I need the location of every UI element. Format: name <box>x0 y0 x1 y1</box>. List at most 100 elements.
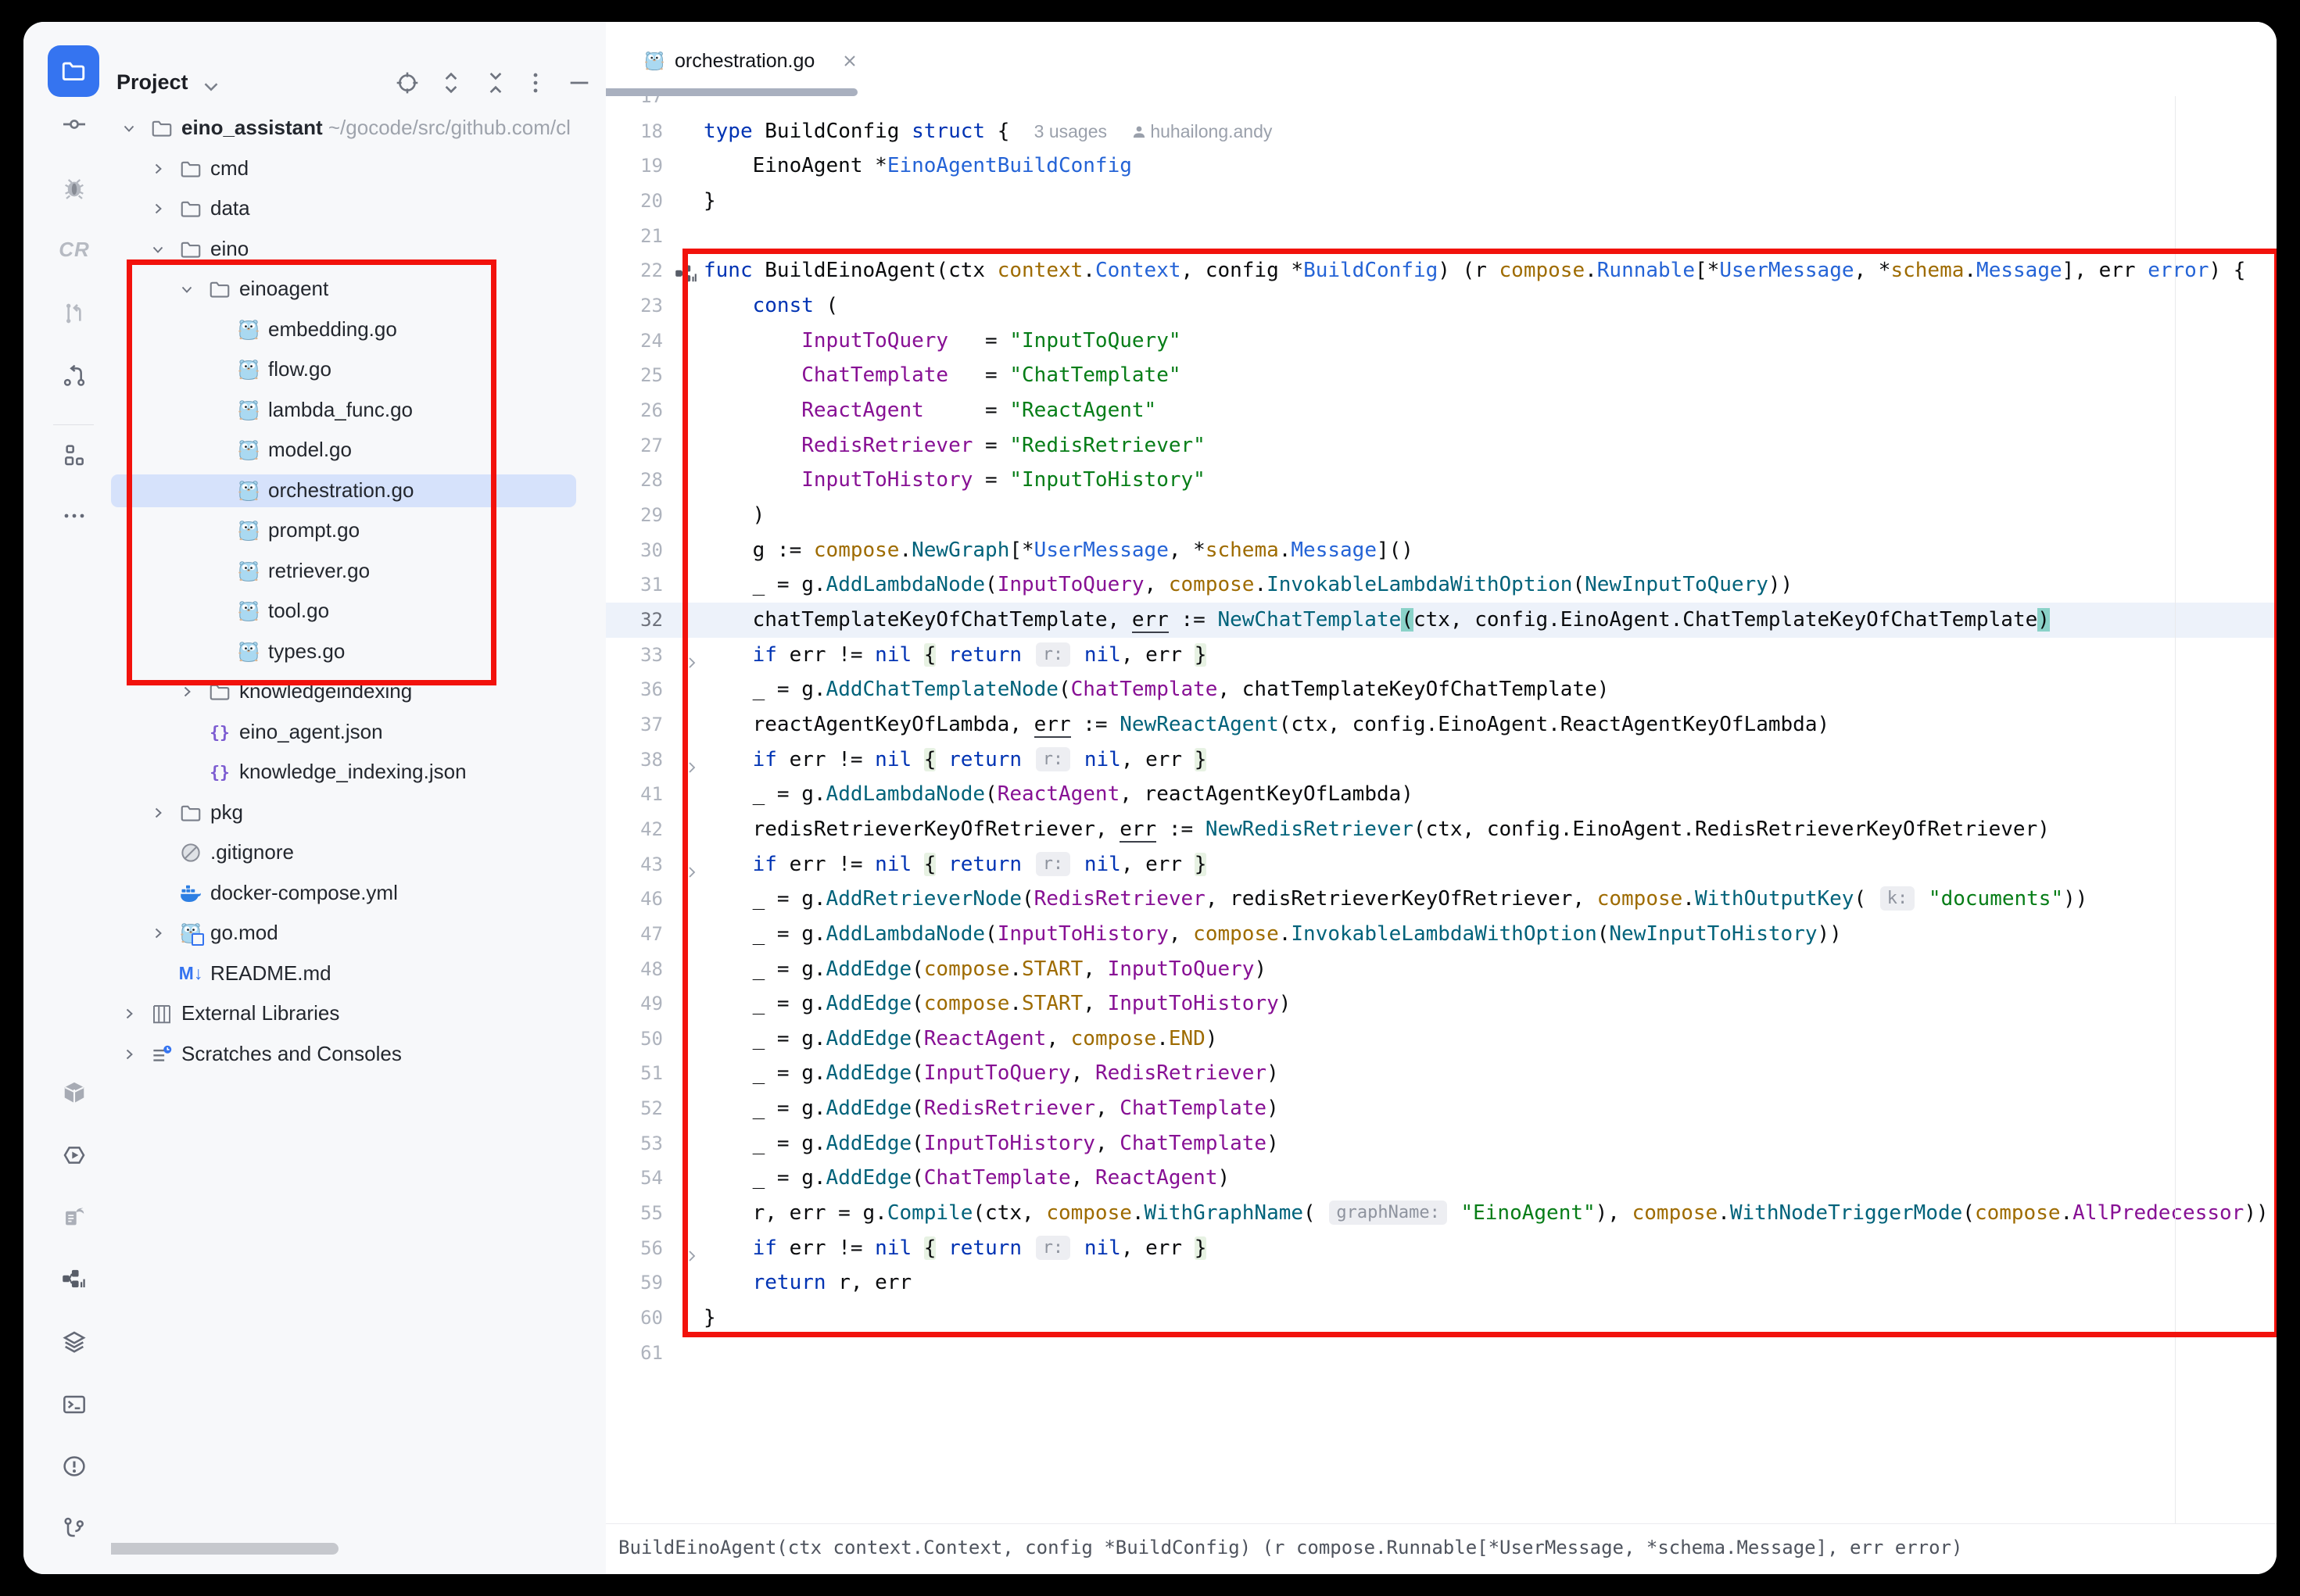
chevron-right-icon[interactable] <box>150 161 166 177</box>
code-line-33[interactable]: 33 if err != nil { return r: nil, err } <box>606 638 2277 673</box>
code-line-48[interactable]: 48 _ = g.AddEdge(compose.START, InputToQ… <box>606 952 2277 987</box>
tree-item-scratches-and-consoles[interactable]: Scratches and Consoles <box>111 1034 606 1075</box>
git-branch-icon[interactable] <box>61 1515 88 1541</box>
code-line-43[interactable]: 43 if err != nil { return r: nil, err } <box>606 847 2277 882</box>
eino-graph-icon[interactable] <box>61 1265 88 1292</box>
tree-item-cmd[interactable]: cmd <box>111 149 606 189</box>
pull-request-icon[interactable] <box>61 299 88 326</box>
fold-expand-icon[interactable] <box>684 1240 700 1256</box>
code-line-51[interactable]: 51 _ = g.AddEdge(InputToQuery, RedisRetr… <box>606 1056 2277 1091</box>
code-editor[interactable]: 1718type BuildConfig struct { 3 usages h… <box>606 22 2277 1524</box>
code-line-50[interactable]: 50 _ = g.AddEdge(ReactAgent, compose.END… <box>606 1022 2277 1057</box>
code-line-53[interactable]: 53 _ = g.AddEdge(InputToHistory, ChatTem… <box>606 1126 2277 1161</box>
collapse-all-icon[interactable] <box>482 70 511 98</box>
code-line-19[interactable]: 19 EinoAgent *EinoAgentBuildConfig <box>606 149 2277 184</box>
tree-item-go-mod[interactable]: go.mod <box>111 913 606 954</box>
tree-item-eino[interactable]: eino <box>111 229 606 270</box>
dependencies-cube-icon[interactable] <box>61 1079 88 1106</box>
chevron-right-icon[interactable] <box>150 201 166 216</box>
vcs-branch-graph-icon[interactable] <box>61 362 88 388</box>
fold-expand-icon[interactable] <box>684 647 700 663</box>
tree-item-knowledgeindexing[interactable]: knowledgeindexing <box>111 671 606 712</box>
code-line-56[interactable]: 56 if err != nil { return r: nil, err } <box>606 1231 2277 1266</box>
tree-item-pkg[interactable]: pkg <box>111 793 606 833</box>
code-line-49[interactable]: 49 _ = g.AddEdge(compose.START, InputToH… <box>606 986 2277 1022</box>
fold-expand-icon[interactable] <box>684 752 700 768</box>
code-line-22[interactable]: 22func BuildEinoAgent(ctx context.Contex… <box>606 253 2277 288</box>
code-line-32[interactable]: 32 chatTemplateKeyOfChatTemplate, err :=… <box>606 603 2277 638</box>
tree-item-orchestration-go[interactable]: orchestration.go <box>111 471 606 511</box>
notifications-doc-icon[interactable] <box>61 1204 88 1230</box>
project-panel-title[interactable]: Project <box>116 70 188 95</box>
code-line-31[interactable]: 31 _ = g.AddLambdaNode(InputToQuery, com… <box>606 567 2277 603</box>
code-line-23[interactable]: 23 const ( <box>606 288 2277 324</box>
code-line-25[interactable]: 25 ChatTemplate = "ChatTemplate" <box>606 358 2277 393</box>
tree-item-eino-assistant[interactable]: eino_assistant ~/gocode/src/github.com/c… <box>111 108 606 149</box>
tree-item--gitignore[interactable]: .gitignore <box>111 832 606 873</box>
close-tab-icon[interactable] <box>840 52 859 70</box>
code-line-54[interactable]: 54 _ = g.AddEdge(ChatTemplate, ReactAgen… <box>606 1161 2277 1196</box>
tree-item-docker-compose-yml[interactable]: docker-compose.yml <box>111 873 606 914</box>
code-line-26[interactable]: 26 ReactAgent = "ReactAgent" <box>606 393 2277 428</box>
run-profile-icon[interactable] <box>61 1142 88 1168</box>
services-layers-icon[interactable] <box>61 1329 88 1355</box>
code-line-46[interactable]: 46 _ = g.AddRetrieverNode(RedisRetriever… <box>606 882 2277 917</box>
chevron-right-icon[interactable] <box>179 684 195 700</box>
tree-item-data[interactable]: data <box>111 188 606 229</box>
hide-panel-icon[interactable] <box>566 70 594 98</box>
code-line-28[interactable]: 28 InputToHistory = "InputToHistory" <box>606 463 2277 498</box>
chevron-down-icon[interactable] <box>179 281 195 297</box>
code-line-61[interactable]: 61 <box>606 1336 2277 1371</box>
chevron-right-icon[interactable] <box>121 1047 137 1062</box>
tree-item-knowledge-indexing-json[interactable]: {}knowledge_indexing.json <box>111 752 606 793</box>
locate-file-icon[interactable] <box>394 70 422 98</box>
code-line-20[interactable]: 20} <box>606 184 2277 219</box>
more-dots-icon[interactable] <box>61 503 88 529</box>
expand-all-icon[interactable] <box>438 70 466 98</box>
debug-bug-icon[interactable] <box>61 174 88 201</box>
code-line-36[interactable]: 36 _ = g.AddChatTemplateNode(ChatTemplat… <box>606 672 2277 707</box>
sidebar-item-project[interactable] <box>48 45 99 97</box>
tree-item-flow-go[interactable]: flow.go <box>111 349 606 390</box>
code-line-41[interactable]: 41 _ = g.AddLambdaNode(ReactAgent, react… <box>606 777 2277 812</box>
code-line-52[interactable]: 52 _ = g.AddEdge(RedisRetriever, ChatTem… <box>606 1091 2277 1126</box>
fold-expand-icon[interactable] <box>684 857 700 872</box>
tree-item-model-go[interactable]: model.go <box>111 430 606 471</box>
code-line-21[interactable]: 21 <box>606 219 2277 254</box>
tree-item-prompt-go[interactable]: prompt.go <box>111 510 606 551</box>
code-line-18[interactable]: 18type BuildConfig struct { 3 usages huh… <box>606 114 2277 149</box>
code-line-60[interactable]: 60} <box>606 1301 2277 1336</box>
tree-item-embedding-go[interactable]: embedding.go <box>111 310 606 350</box>
tree-item-retriever-go[interactable]: retriever.go <box>111 551 606 592</box>
more-menu-icon[interactable] <box>522 70 550 98</box>
tree-item-lambda-func-go[interactable]: lambda_func.go <box>111 390 606 431</box>
code-line-37[interactable]: 37 reactAgentKeyOfLambda, err := NewReac… <box>606 707 2277 743</box>
chevron-right-icon[interactable] <box>121 1006 137 1022</box>
code-line-27[interactable]: 27 RedisRetriever = "RedisRetriever" <box>606 428 2277 463</box>
code-line-47[interactable]: 47 _ = g.AddLambdaNode(InputToHistory, c… <box>606 917 2277 952</box>
tree-item-einoagent[interactable]: einoagent <box>111 269 606 310</box>
tree-item-external-libraries[interactable]: External Libraries <box>111 993 606 1034</box>
tree-item-readme-md[interactable]: M↓README.md <box>111 954 606 994</box>
code-line-29[interactable]: 29 ) <box>606 498 2277 533</box>
code-line-30[interactable]: 30 g := compose.NewGraph[*UserMessage, *… <box>606 533 2277 568</box>
eino-graph-gutter-icon[interactable] <box>675 260 698 281</box>
terminal-icon[interactable] <box>61 1391 88 1418</box>
chevron-right-icon[interactable] <box>150 805 166 821</box>
chevron-down-icon[interactable] <box>150 242 166 257</box>
project-panel-hscrollbar[interactable] <box>111 1543 339 1555</box>
tree-item-types-go[interactable]: types.go <box>111 632 606 672</box>
code-line-24[interactable]: 24 InputToQuery = "InputToQuery" <box>606 324 2277 359</box>
structure-icon[interactable] <box>61 442 88 468</box>
code-line-38[interactable]: 38 if err != nil { return r: nil, err } <box>606 743 2277 778</box>
code-line-55[interactable]: 55 r, err = g.Compile(ctx, compose.WithG… <box>606 1196 2277 1231</box>
code-line-59[interactable]: 59 return r, err <box>606 1265 2277 1301</box>
problems-icon[interactable] <box>61 1453 88 1480</box>
chevron-right-icon[interactable] <box>150 925 166 941</box>
code-review-icon[interactable]: CR <box>61 236 88 263</box>
tree-item-tool-go[interactable]: tool.go <box>111 591 606 632</box>
commit-icon[interactable] <box>61 111 88 138</box>
code-line-42[interactable]: 42 redisRetrieverKeyOfRetriever, err := … <box>606 812 2277 847</box>
tree-item-eino-agent-json[interactable]: {}eino_agent.json <box>111 712 606 753</box>
chevron-down-icon[interactable] <box>121 120 137 136</box>
